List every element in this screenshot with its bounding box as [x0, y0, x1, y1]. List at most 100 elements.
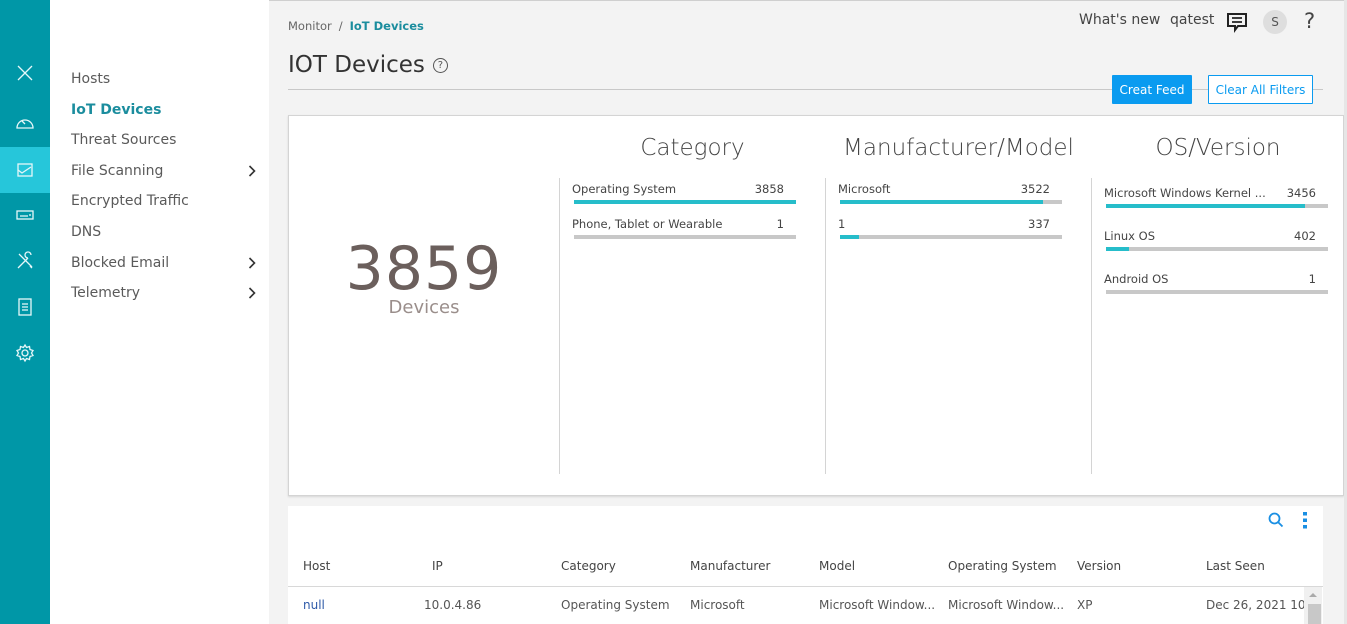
table-scrollbar[interactable] — [1304, 587, 1322, 624]
column-header-last-seen[interactable]: Last Seen — [1206, 559, 1265, 573]
row-value: 3456 — [1286, 186, 1316, 200]
subnav-item-iot-devices[interactable]: IoT Devices — [71, 98, 256, 122]
table-more-options-icon[interactable] — [1302, 512, 1308, 529]
subnav-item-label: Telemetry — [71, 285, 141, 301]
breadcrumb: Monitor / IoT Devices — [288, 19, 424, 33]
help-icon[interactable]: ? — [1304, 9, 1315, 33]
column-header-model[interactable]: Model — [819, 559, 855, 573]
page-title-text: IOT Devices — [288, 52, 425, 78]
subnav-item-hosts[interactable]: Hosts — [71, 67, 256, 91]
panel-title: OS/Version — [1155, 135, 1281, 161]
subnav-item-telemetry[interactable]: Telemetry — [71, 281, 256, 305]
column-header-host[interactable]: Host — [303, 559, 330, 573]
breadcrumb-parent-link[interactable]: Monitor — [288, 19, 332, 33]
row-bar-fill — [840, 200, 1043, 204]
row-bar-track — [840, 200, 1062, 204]
rail-reports-button[interactable] — [0, 284, 50, 330]
row-bar-track — [574, 200, 796, 204]
column-header-category[interactable]: Category — [561, 559, 616, 573]
cell-manufacturer: Microsoft — [690, 598, 745, 612]
row-value: 3858 — [754, 182, 784, 196]
cell-last-seen: Dec 26, 2021 10:0 — [1206, 598, 1304, 612]
breadcrumb-current: IoT Devices — [349, 19, 424, 33]
column-header-ip[interactable]: IP — [432, 559, 443, 573]
subnav-item-encrypted-traffic[interactable]: Encrypted Traffic — [71, 189, 256, 213]
subnav-item-label: DNS — [71, 224, 102, 240]
report-document-icon — [18, 298, 32, 316]
help-circle-icon[interactable]: ? — [432, 57, 448, 73]
row-label: Microsoft — [838, 182, 891, 196]
total-device-count: 3859 — [345, 234, 503, 304]
feedback-chat-icon[interactable] — [1226, 11, 1248, 33]
row-value: 337 — [1028, 217, 1050, 231]
iot-devices-table: Host IP Category Manufacturer Model Oper… — [288, 506, 1323, 624]
settings-gear-icon — [16, 343, 34, 363]
scroll-up-arrow-icon[interactable] — [1309, 593, 1317, 597]
iot-summary-card: 3859 Devices Category Operating System 3… — [288, 115, 1344, 496]
row-bar-track — [1106, 247, 1328, 251]
row-label: Android OS — [1104, 272, 1169, 286]
username-menu[interactable]: qatest — [1170, 12, 1214, 28]
row-bar-fill — [1106, 204, 1305, 208]
os-version-panel: OS/Version Microsoft Windows Kernel ... … — [1091, 116, 1345, 497]
row-bar-fill — [574, 200, 796, 204]
cell-model: Microsoft Window... — [819, 598, 936, 612]
rail-tools-button[interactable] — [0, 238, 50, 284]
rail-dashboard-button[interactable] — [0, 100, 50, 146]
panel-divider — [1091, 178, 1092, 474]
row-label: Phone, Tablet or Wearable — [572, 217, 723, 231]
row-bar-track — [1106, 290, 1328, 294]
subnav-item-label: Threat Sources — [71, 132, 177, 148]
row-label: Linux OS — [1104, 229, 1155, 243]
panel-title: Manufacturer/Model — [843, 135, 1074, 161]
subnav-item-label: Blocked Email — [71, 255, 170, 271]
row-bar-fill — [840, 235, 860, 239]
row-value: 1 — [776, 217, 784, 231]
rail-monitor-button[interactable] — [0, 147, 50, 193]
rail-close-button[interactable] — [0, 50, 50, 96]
network-device-icon — [16, 210, 34, 220]
category-panel: Category Operating System 3858 Phone, Ta… — [559, 116, 826, 497]
subnav-item-threat-sources[interactable]: Threat Sources — [71, 128, 256, 152]
cell-host-link[interactable]: null — [303, 598, 325, 612]
cell-category: Operating System — [561, 598, 670, 612]
subnav-item-label: Encrypted Traffic — [71, 193, 189, 209]
row-value: 1 — [1308, 272, 1316, 286]
subnav-item-label: File Scanning — [71, 163, 164, 179]
scrollbar-thumb[interactable] — [1308, 604, 1321, 624]
column-header-operating-system[interactable]: Operating System — [948, 559, 1057, 573]
dashboard-gauge-icon — [16, 119, 34, 129]
row-value: 402 — [1294, 229, 1316, 243]
rail-network-button[interactable] — [0, 192, 50, 238]
cell-version: XP — [1077, 598, 1093, 612]
row-value: 3522 — [1020, 182, 1050, 196]
whats-new-link[interactable]: What's new — [1079, 12, 1160, 28]
subnav-item-dns[interactable]: DNS — [71, 220, 256, 244]
column-header-manufacturer[interactable]: Manufacturer — [690, 559, 770, 573]
clear-all-filters-button[interactable]: Clear All Filters — [1208, 75, 1313, 104]
subnav-item-blocked-email[interactable]: Blocked Email — [71, 251, 256, 275]
breadcrumb-separator: / — [338, 19, 343, 33]
panel-title: Category — [640, 135, 745, 161]
page-title: IOT Devices ? — [288, 52, 448, 78]
manufacturer-model-panel: Manufacturer/Model Microsoft 3522 1 337 — [825, 116, 1092, 497]
monitor-subnav: Hosts IoT Devices Threat Sources File Sc… — [50, 0, 269, 624]
row-label: 1 — [838, 217, 846, 231]
icon-rail — [0, 0, 50, 624]
chevron-right-icon — [248, 287, 256, 299]
total-device-label: Devices — [388, 297, 460, 318]
cell-operating-system: Microsoft Window... — [948, 598, 1065, 612]
panel-divider — [559, 178, 560, 474]
monitor-chart-icon — [17, 163, 33, 177]
rail-settings-button[interactable] — [0, 330, 50, 376]
chevron-right-icon — [248, 165, 256, 177]
create-feed-button[interactable]: Creat Feed — [1112, 75, 1192, 104]
tools-icon — [17, 251, 33, 269]
column-header-version[interactable]: Version — [1077, 559, 1121, 573]
avatar[interactable]: S — [1263, 10, 1287, 34]
table-header-divider — [288, 586, 1323, 587]
chevron-right-icon — [248, 257, 256, 269]
table-search-icon[interactable] — [1268, 512, 1284, 528]
subnav-item-file-scanning[interactable]: File Scanning — [71, 159, 256, 183]
subnav-item-label: IoT Devices — [71, 102, 162, 118]
